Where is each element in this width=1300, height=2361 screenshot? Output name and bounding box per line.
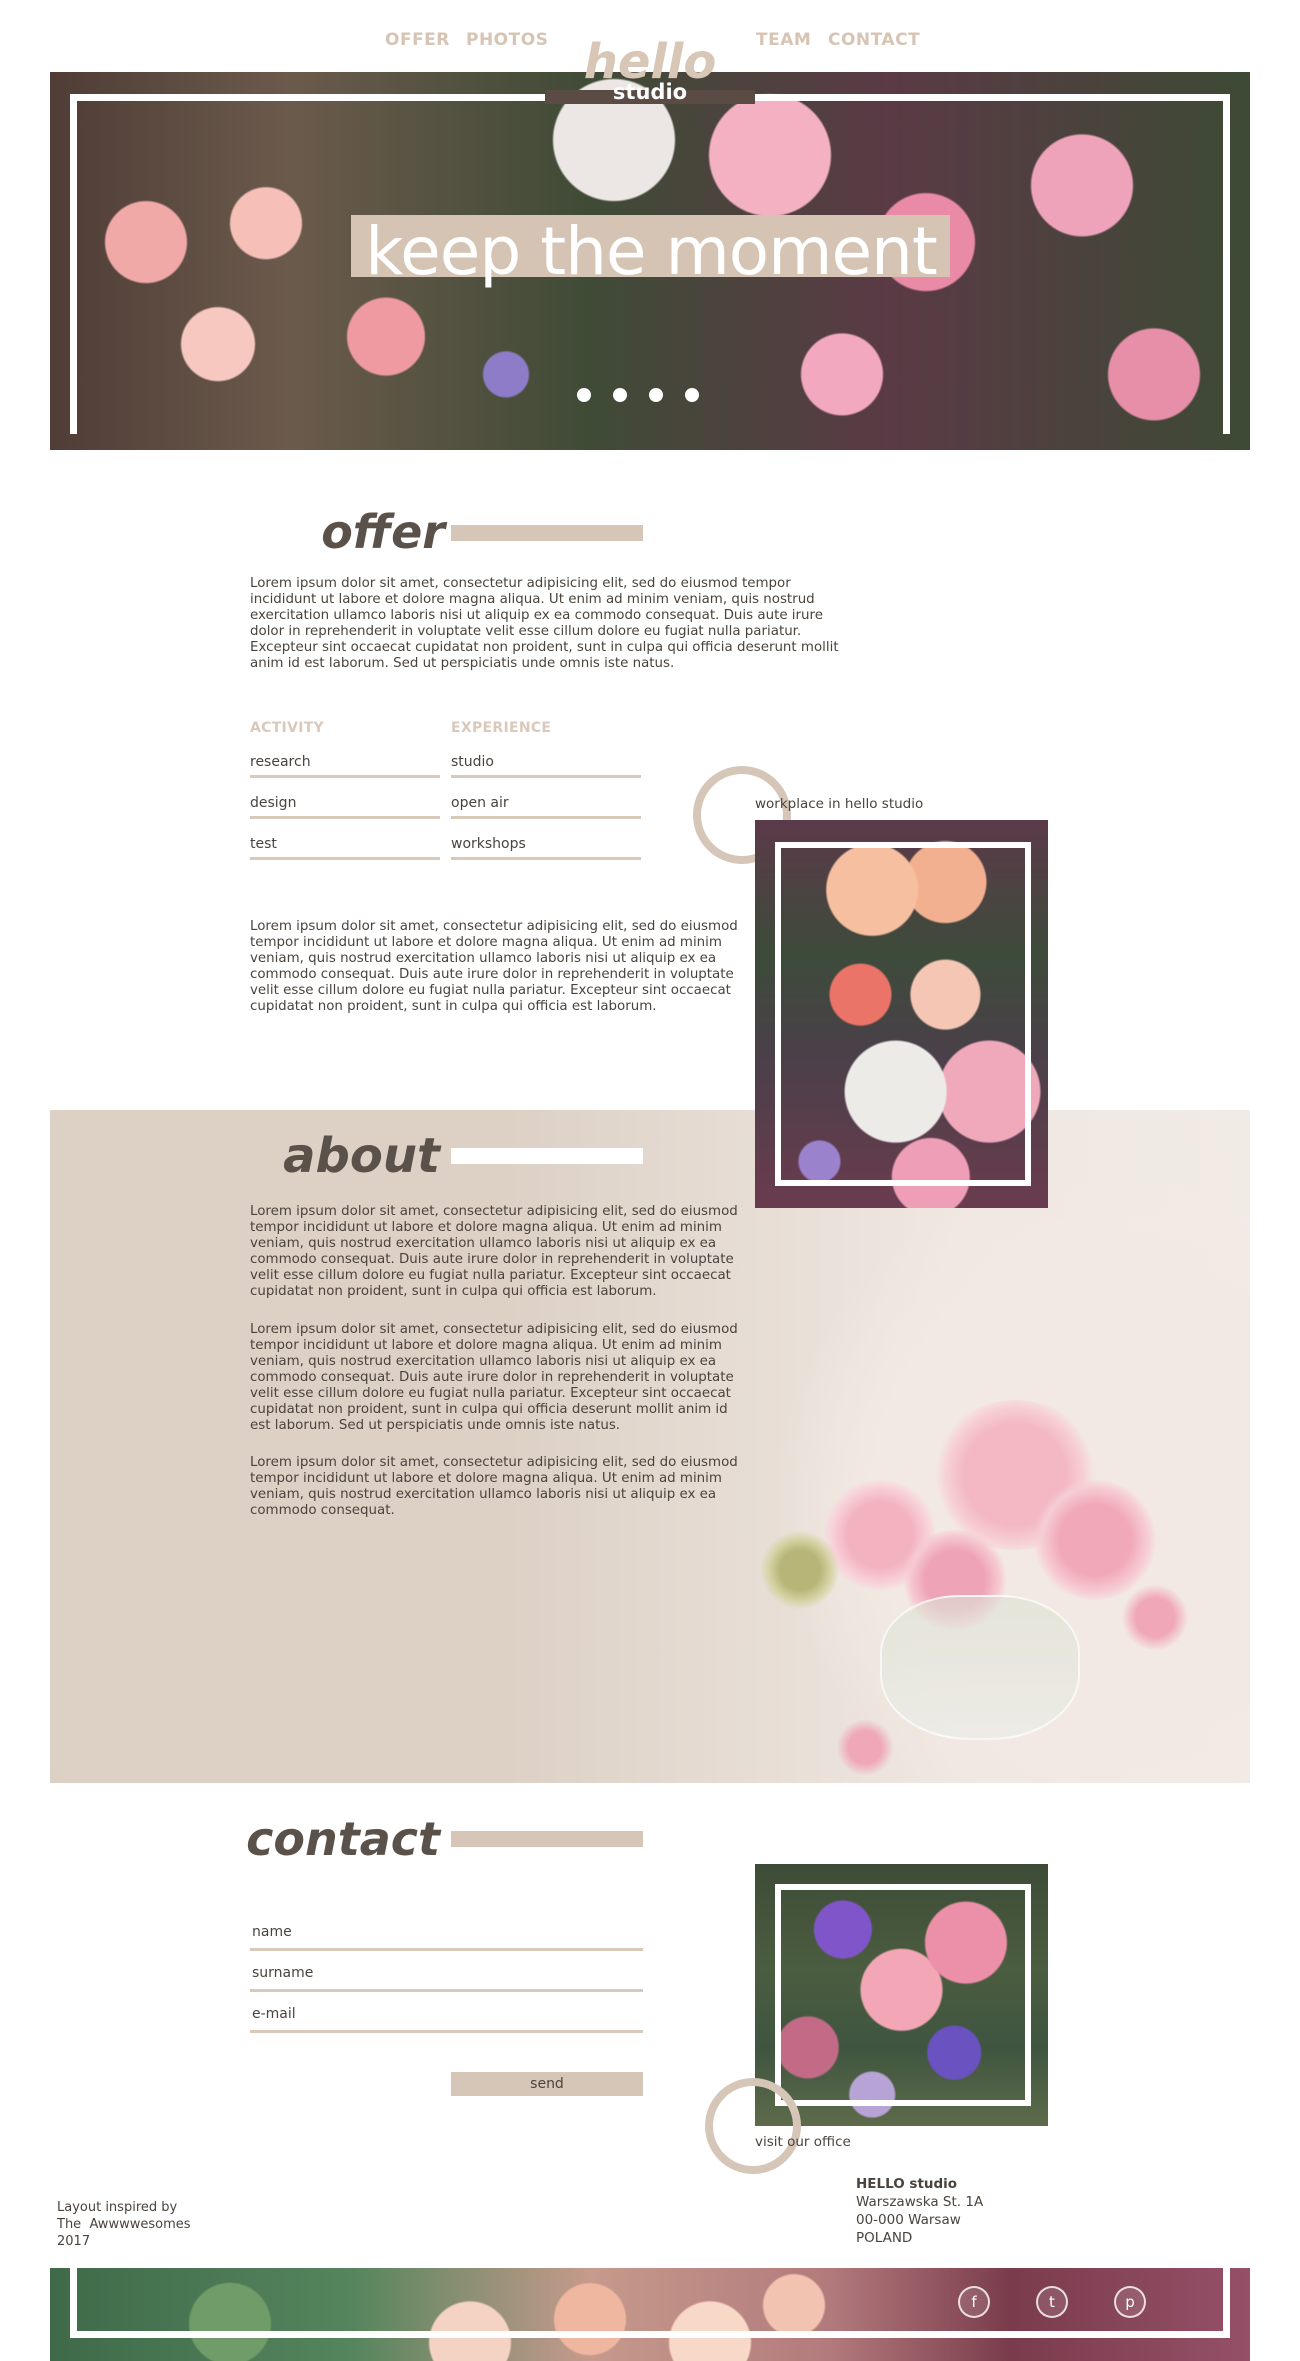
activity-header: ACTIVITY bbox=[250, 720, 324, 736]
slider-dot-3[interactable] bbox=[649, 388, 663, 402]
workplace-caption: workplace in hello studio bbox=[755, 796, 924, 812]
nav-photos[interactable]: PHOTOS bbox=[466, 30, 548, 50]
credit: Layout inspired by The Awwwwesomes 2017 bbox=[57, 2199, 191, 2250]
logo[interactable]: hello studio bbox=[560, 38, 740, 104]
hero-banner: keep the moment bbox=[50, 72, 1250, 450]
contact-title: contact bbox=[246, 1812, 440, 1866]
offer-title-bar bbox=[451, 525, 643, 541]
experience-item-studio: studio bbox=[451, 752, 641, 778]
office-photo bbox=[755, 1864, 1048, 2126]
credit-line-1: Layout inspired by bbox=[57, 2200, 178, 2215]
activity-item-design: design bbox=[250, 793, 440, 819]
experience-item-workshops: workshops bbox=[451, 834, 641, 860]
activity-item-research: research bbox=[250, 752, 440, 778]
nav-team[interactable]: TEAM bbox=[756, 30, 811, 50]
slider-dot-4[interactable] bbox=[685, 388, 699, 402]
vase bbox=[880, 1595, 1080, 1740]
offer-body: Lorem ipsum dolor sit amet, consectetur … bbox=[250, 919, 738, 1014]
about-title-bar bbox=[451, 1148, 643, 1164]
address-company: HELLO studio bbox=[856, 2176, 958, 2192]
credit-line-3: 2017 bbox=[57, 2234, 91, 2249]
twitter-icon[interactable]: t bbox=[1036, 2286, 1068, 2318]
credit-line-2: The Awwwwesomes bbox=[57, 2217, 191, 2232]
contact-title-bar bbox=[451, 1831, 643, 1847]
send-button[interactable]: send bbox=[451, 2072, 643, 2096]
logo-hello: hello bbox=[583, 34, 717, 90]
facebook-icon[interactable]: f bbox=[958, 2286, 990, 2318]
about-paragraph-2: Lorem ipsum dolor sit amet, consectetur … bbox=[250, 1322, 738, 1433]
workplace-photo-frame bbox=[775, 842, 1031, 1186]
email-field[interactable]: e-mail bbox=[250, 2003, 643, 2033]
workplace-photo bbox=[755, 820, 1048, 1208]
surname-field[interactable]: surname bbox=[250, 1962, 643, 1992]
slider-dot-2[interactable] bbox=[613, 388, 627, 402]
about-paragraph-1: Lorem ipsum dolor sit amet, consectetur … bbox=[250, 1204, 738, 1299]
experience-item-open-air: open air bbox=[451, 793, 641, 819]
activity-item-test: test bbox=[250, 834, 440, 860]
address-street: Warszawska St. 1A bbox=[856, 2194, 984, 2210]
about-paragraph-3: Lorem ipsum dolor sit amet, consectetur … bbox=[250, 1455, 738, 1518]
pinterest-icon[interactable]: p bbox=[1114, 2286, 1146, 2318]
slider-dot-1[interactable] bbox=[577, 388, 591, 402]
address-city: 00-000 Warsaw bbox=[856, 2212, 961, 2228]
footer-banner: f t p bbox=[50, 2268, 1250, 2361]
about-title: about bbox=[283, 1128, 440, 1184]
address-country: POLAND bbox=[856, 2230, 913, 2246]
offer-intro: Lorem ipsum dolor sit amet, consectetur … bbox=[250, 576, 839, 671]
office-caption: visit our office bbox=[755, 2134, 851, 2150]
experience-header: EXPERIENCE bbox=[451, 720, 552, 736]
offer-title: offer bbox=[321, 505, 445, 559]
address: HELLO studio Warszawska St. 1A 00-000 Wa… bbox=[856, 2175, 983, 2247]
decorative-ring-contact bbox=[705, 2078, 801, 2174]
nav-contact[interactable]: CONTACT bbox=[828, 30, 920, 50]
hero-title: keep the moment bbox=[365, 213, 938, 290]
nav-offer[interactable]: OFFER bbox=[385, 30, 450, 50]
name-field[interactable]: name bbox=[250, 1921, 643, 1951]
slider-dots bbox=[577, 388, 723, 402]
office-photo-frame bbox=[775, 1884, 1031, 2106]
